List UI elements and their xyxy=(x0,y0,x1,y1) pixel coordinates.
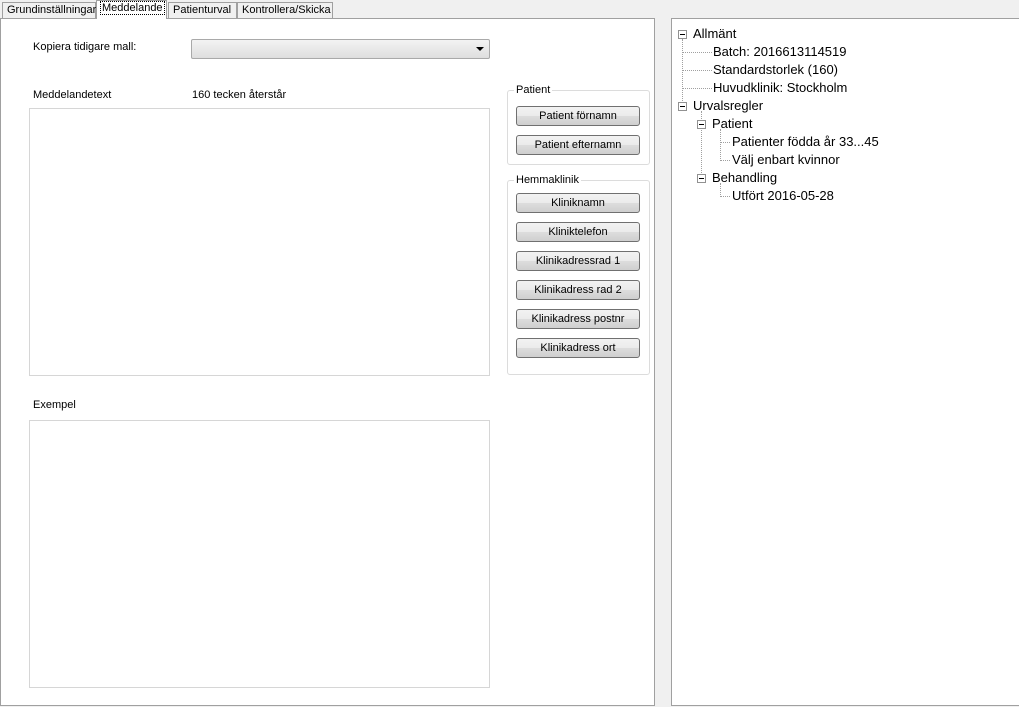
chevron-down-icon xyxy=(476,47,484,51)
patient-lastname-button[interactable]: Patient efternamn xyxy=(516,135,640,155)
collapse-icon[interactable] xyxy=(678,102,687,111)
summary-tree-panel: Allmänt Batch: 2016613114519 Standardsto… xyxy=(671,18,1019,706)
tree-node-main-clinic[interactable]: Huvudklinik: Stockholm xyxy=(713,80,847,96)
message-panel: Kopiera tidigare mall: Meddelandetext 16… xyxy=(0,18,655,706)
patient-firstname-button[interactable]: Patient förnamn xyxy=(516,106,640,126)
tab-bar: Grundinställningar Meddelande Patienturv… xyxy=(0,0,1019,19)
patient-group-title: Patient xyxy=(514,84,553,96)
tab-patienturval[interactable]: Patienturval xyxy=(168,2,237,18)
tree-node-treatment[interactable]: Behandling xyxy=(712,170,777,186)
clinic-name-button[interactable]: Kliniknamn xyxy=(516,193,640,213)
tree-connector xyxy=(720,129,721,161)
collapse-icon[interactable] xyxy=(678,30,687,39)
collapse-icon[interactable] xyxy=(697,120,706,129)
tree-node-patient[interactable]: Patient xyxy=(712,116,752,132)
home-clinic-group-title: Hemmaklinik xyxy=(514,174,581,186)
clinic-address-line2-button[interactable]: Klinikadress rad 2 xyxy=(516,280,640,300)
copy-template-dropdown[interactable] xyxy=(191,39,490,59)
message-text-label: Meddelandetext xyxy=(33,89,112,101)
tab-kontrollera-skicka[interactable]: Kontrollera/Skicka xyxy=(237,2,333,18)
tab-meddelande[interactable]: Meddelande xyxy=(96,0,167,19)
copy-template-label: Kopiera tidigare mall: xyxy=(33,41,137,53)
tree-node-selection-rules[interactable]: Urvalsregler xyxy=(693,98,763,114)
clinic-address-line1-button[interactable]: Klinikadressrad 1 xyxy=(516,251,640,271)
tree-connector xyxy=(682,39,683,105)
clinic-postcode-button[interactable]: Klinikadress postnr xyxy=(516,309,640,329)
summary-tree: Allmänt Batch: 2016613114519 Standardsto… xyxy=(672,19,1019,707)
tree-connector xyxy=(720,160,730,161)
tree-connector xyxy=(682,52,712,53)
tree-connector xyxy=(682,70,712,71)
panel-splitter[interactable] xyxy=(655,18,671,706)
tree-node-standard-size[interactable]: Standardstorlek (160) xyxy=(713,62,838,78)
home-clinic-groupbox: Hemmaklinik Kliniknamn Kliniktelefon Kli… xyxy=(507,174,650,375)
tree-connector xyxy=(720,196,730,197)
tree-connector xyxy=(682,88,712,89)
clinic-phone-button[interactable]: Kliniktelefon xyxy=(516,222,640,242)
tab-grundinstallningar[interactable]: Grundinställningar xyxy=(2,2,96,18)
tree-node-general[interactable]: Allmänt xyxy=(693,26,736,42)
tree-node-birth-years[interactable]: Patienter födda år 33...45 xyxy=(732,134,879,150)
collapse-icon[interactable] xyxy=(697,174,706,183)
tree-node-women-only[interactable]: Välj enbart kvinnor xyxy=(732,152,840,168)
example-label: Exempel xyxy=(33,399,76,411)
tree-connector xyxy=(720,142,730,143)
tree-node-batch[interactable]: Batch: 2016613114519 xyxy=(713,44,847,60)
clinic-city-button[interactable]: Klinikadress ort xyxy=(516,338,640,358)
example-textarea xyxy=(29,420,490,688)
chars-remaining-label: 160 tecken återstår xyxy=(192,89,287,101)
tree-node-performed-date[interactable]: Utfört 2016-05-28 xyxy=(732,188,834,204)
patient-groupbox: Patient Patient förnamn Patient efternam… xyxy=(507,84,650,165)
message-textarea[interactable] xyxy=(29,108,490,376)
